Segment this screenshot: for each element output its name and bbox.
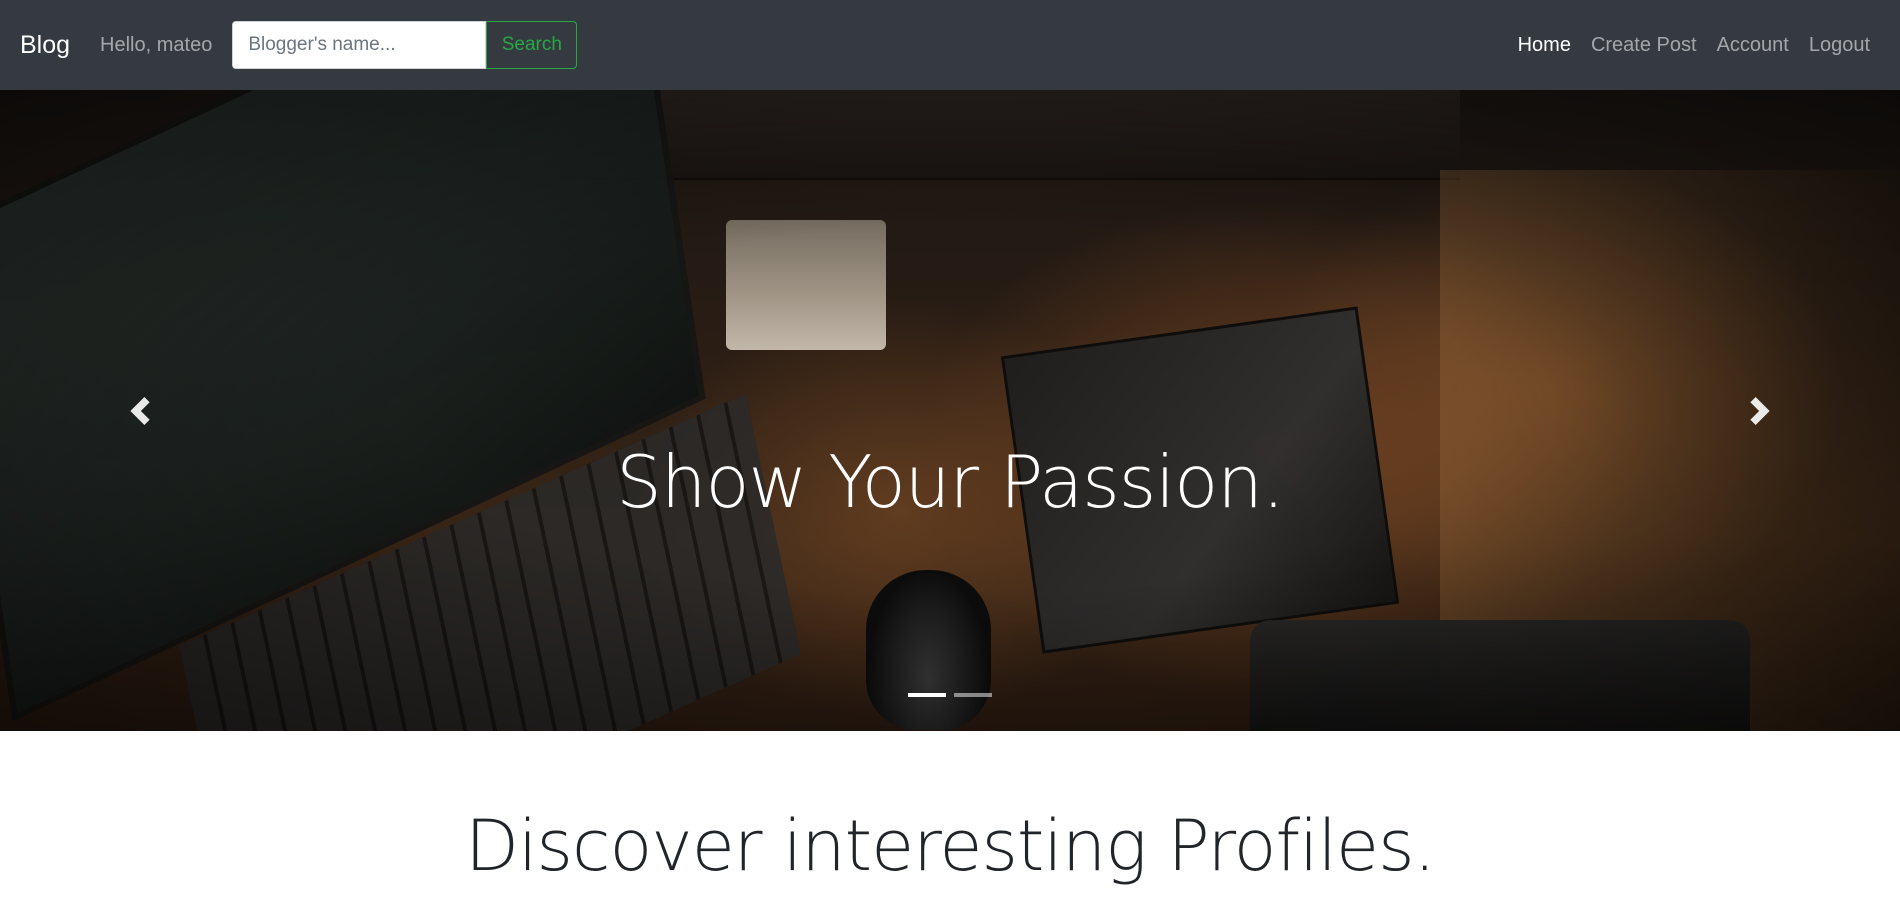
nav-link-account[interactable]: Account bbox=[1707, 34, 1799, 57]
carousel-next-button[interactable] bbox=[1620, 90, 1900, 731]
chevron-left-icon bbox=[130, 396, 150, 425]
hero-carousel: Show Your Passion. bbox=[0, 90, 1900, 731]
carousel-caption: Show Your Passion. bbox=[616, 440, 1285, 524]
user-greeting: Hello, mateo bbox=[100, 33, 213, 56]
chevron-right-icon bbox=[1750, 396, 1770, 425]
navbar: Blog Hello, mateo Search Home Create Pos… bbox=[0, 0, 1900, 90]
carousel-indicators bbox=[0, 693, 1900, 697]
search-input[interactable] bbox=[232, 21, 487, 69]
nav-link-create-post[interactable]: Create Post bbox=[1581, 34, 1707, 57]
nav-links: Home Create Post Account Logout bbox=[1508, 34, 1880, 57]
search-form: Search bbox=[232, 21, 578, 69]
brand-link[interactable]: Blog bbox=[20, 31, 70, 60]
carousel-indicator-1[interactable] bbox=[908, 693, 946, 697]
discover-profiles-heading: Discover interesting Profiles. bbox=[465, 805, 1436, 887]
nav-link-home[interactable]: Home bbox=[1508, 34, 1581, 57]
search-button[interactable]: Search bbox=[486, 21, 578, 69]
nav-link-logout[interactable]: Logout bbox=[1799, 34, 1880, 57]
hero-image-vignette bbox=[0, 90, 1900, 731]
carousel-prev-button[interactable] bbox=[0, 90, 280, 731]
carousel-indicator-2[interactable] bbox=[954, 693, 992, 697]
